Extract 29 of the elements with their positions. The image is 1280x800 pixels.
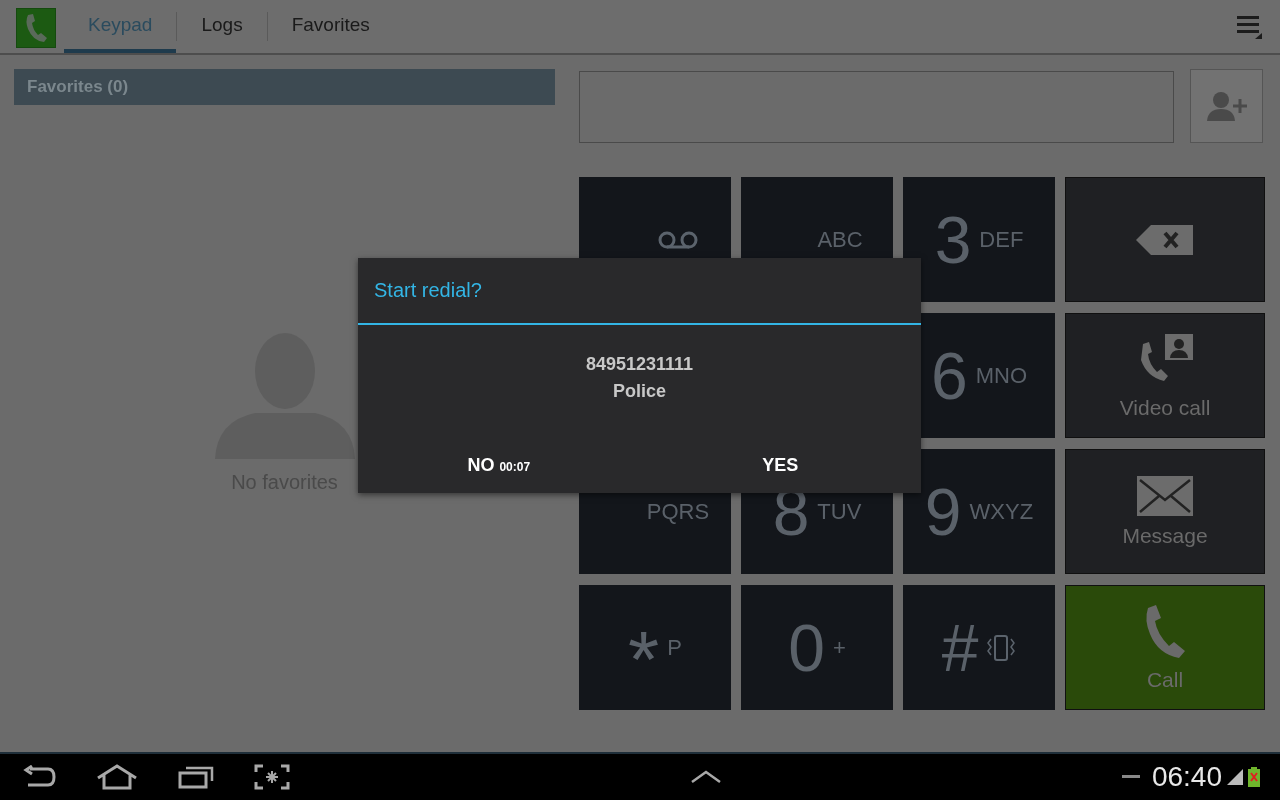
tab[interactable]: Favorites — [267, 0, 394, 53]
add-person-icon — [1204, 91, 1249, 121]
dial-key[interactable]: # — [903, 585, 1055, 710]
tab[interactable]: Logs — [177, 0, 267, 53]
number-field[interactable] — [579, 71, 1174, 143]
dialog-title: Start redial? — [358, 258, 921, 325]
screenshot-icon[interactable] — [254, 764, 290, 790]
dial-key[interactable]: 0+ — [741, 585, 893, 710]
phone-number: 84951231111 — [585, 354, 694, 375]
favorites-header: Favorites (0) — [14, 69, 555, 105]
tab[interactable]: Keypad — [64, 0, 177, 53]
recent-apps-icon[interactable] — [178, 765, 214, 789]
menu-icon[interactable] — [1236, 14, 1262, 40]
backspace-icon — [1135, 222, 1195, 257]
clock: 06:40 — [1151, 761, 1222, 793]
action-button[interactable] — [1065, 177, 1265, 302]
action-button[interactable]: Call — [1065, 585, 1265, 710]
minus-icon — [1121, 775, 1140, 779]
signal-icon — [1226, 769, 1244, 785]
vibrate-icon — [986, 632, 1017, 663]
voicemail-icon — [658, 230, 698, 249]
caret-icon[interactable] — [689, 770, 722, 784]
battery-icon — [1248, 767, 1260, 787]
action-button[interactable]: Video call — [1065, 313, 1265, 438]
back-icon[interactable] — [22, 765, 56, 789]
envelope-icon — [1137, 475, 1193, 516]
action-button[interactable]: Message — [1065, 449, 1265, 574]
contact-name: Police — [613, 381, 666, 402]
home-icon[interactable] — [96, 764, 138, 790]
